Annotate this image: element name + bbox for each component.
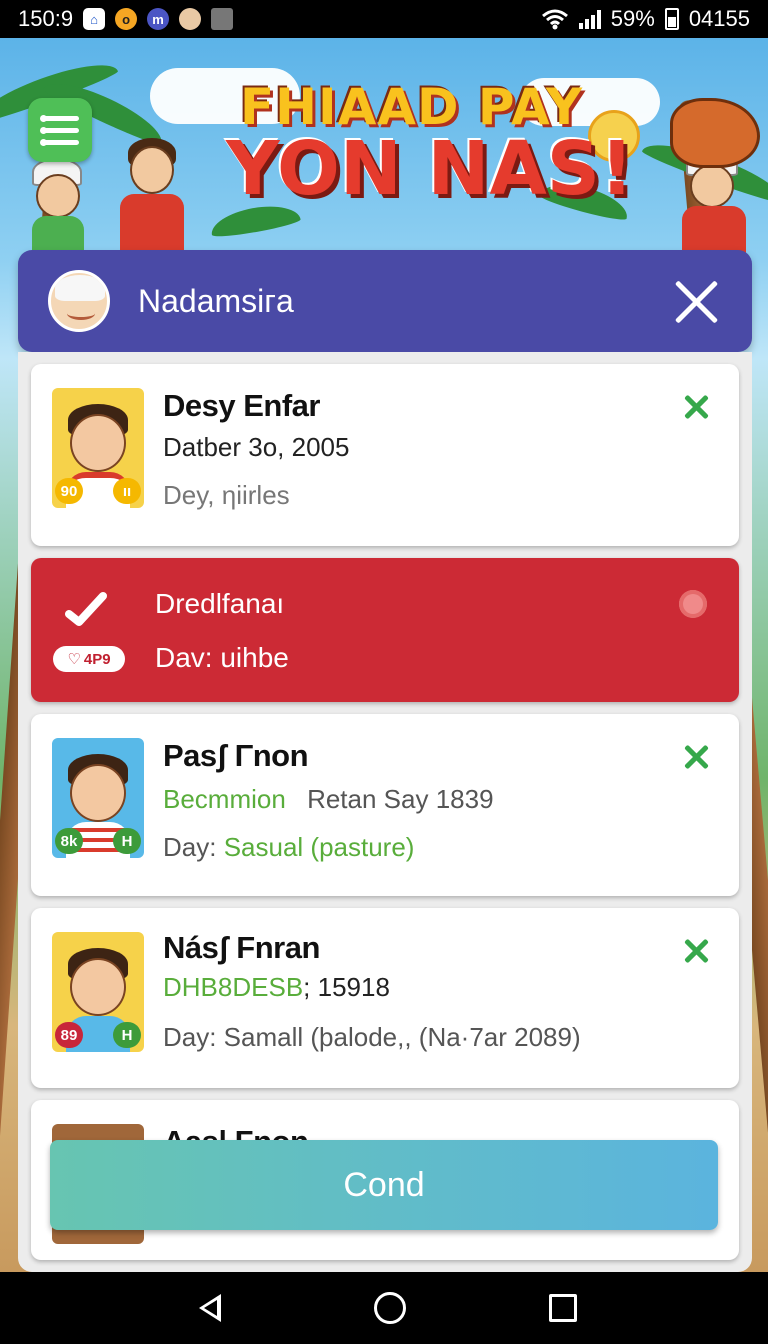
kid-left-cap	[30, 158, 90, 260]
card-day: Dey, ηiirles	[163, 480, 290, 510]
back-icon[interactable]	[191, 1288, 231, 1328]
home-icon[interactable]	[373, 1292, 406, 1324]
list-item[interactable]: 89 H Násʃ Fnran DHB8DESB; 15918 Day: Sam…	[31, 908, 739, 1088]
remove-x-icon[interactable]	[683, 744, 709, 770]
rank-badge: H	[113, 828, 141, 854]
status-left: 150:9 ⌂ o m	[18, 6, 234, 32]
menu-line	[40, 138, 79, 146]
remove-x-icon[interactable]	[683, 938, 709, 964]
bag-icon	[211, 8, 234, 30]
card-day: Day: Samall (þalоde,, (Na·7ar 2089)	[163, 1022, 581, 1052]
status-bar: 150:9 ⌂ o m 59% 04155	[0, 0, 768, 38]
card-day-value: Sasual (pasture)	[223, 832, 415, 862]
flower-icon	[679, 590, 707, 618]
wifi-icon	[541, 9, 568, 30]
level-badge: 8k	[55, 828, 83, 854]
avatar-notification-icon	[179, 8, 202, 30]
banner-title-line2: YON NAS!	[226, 126, 634, 212]
signal-icon	[578, 9, 601, 29]
card-date: Datber 3o, 2005	[163, 432, 350, 462]
notification-o-icon: o	[115, 8, 138, 30]
battery-percent: 59%	[610, 6, 655, 31]
horse-character	[670, 98, 760, 168]
level-badge: 90	[55, 478, 83, 504]
avatar: 89 H	[52, 932, 144, 1052]
avatar: 8k H	[52, 738, 144, 858]
kid-left-red	[108, 138, 188, 258]
home-app-icon: ⌂	[83, 8, 106, 30]
avatar: 90 ıı	[52, 388, 144, 508]
dialog-header: Nadamsiгa	[18, 250, 752, 352]
navigation-bar	[0, 1272, 768, 1344]
menu-button[interactable]	[28, 98, 92, 162]
status-clock: 04155	[688, 6, 750, 31]
status-time: 150:9	[18, 6, 74, 31]
menu-line	[40, 114, 79, 122]
card-meta-rest: ; 15918	[303, 972, 390, 1002]
card-day-label: Day:	[163, 832, 217, 862]
remove-x-icon[interactable]	[683, 394, 709, 420]
heart-icon: ♡	[67, 651, 81, 668]
alert-subtitle: Dav: uihbe	[155, 642, 289, 673]
list-item[interactable]: 8k H Pasʃ Γnon Becmmion Retan Saу 1839 D…	[31, 714, 739, 896]
menu-line	[40, 126, 79, 134]
alert-list-item[interactable]: ♡ 4P9 Dredlfanaı Dav: uihbe	[31, 558, 739, 702]
notification-m-icon: m	[147, 8, 170, 30]
level-badge: 89	[55, 1022, 83, 1048]
card-meta: DHB8DESB; 15918	[163, 972, 390, 1003]
alert-title: Dredlfanaı	[155, 588, 285, 619]
rank-badge: H	[113, 1022, 141, 1048]
status-right: 59% 04155	[541, 6, 750, 32]
card-meta: Becmmion Retan Saу 1839	[163, 784, 494, 815]
battery-icon	[664, 8, 679, 30]
card-tag: Becmmion	[163, 784, 286, 814]
check-icon	[65, 592, 107, 626]
dialog-body: 90 ıı Desy Enfar Datber 3o, 2005 Dey, ηi…	[18, 352, 752, 1272]
code-pill: ♡ 4P9	[53, 646, 125, 672]
recent-apps-icon[interactable]	[548, 1294, 577, 1322]
cond-button[interactable]: Cond	[50, 1140, 718, 1230]
card-meta-rest: Retan Saу 1839	[307, 784, 494, 814]
dialog-title: Nadamsiгa	[138, 282, 294, 319]
card-name: Desy Enfar	[163, 388, 320, 423]
card-name: Pasʃ Γnon	[163, 738, 309, 773]
pill-code: 4P9	[83, 650, 111, 668]
card-day: Day: Sasual (pasture)	[163, 832, 414, 863]
close-icon[interactable]	[672, 276, 722, 326]
card-name: Násʃ Fnran	[163, 930, 320, 965]
list-item[interactable]: 90 ıı Desy Enfar Datber 3o, 2005 Dey, ηi…	[31, 364, 739, 546]
avatar	[48, 270, 110, 332]
card-tag: DHB8DESB	[163, 972, 304, 1002]
rank-badge: ıı	[113, 478, 141, 504]
